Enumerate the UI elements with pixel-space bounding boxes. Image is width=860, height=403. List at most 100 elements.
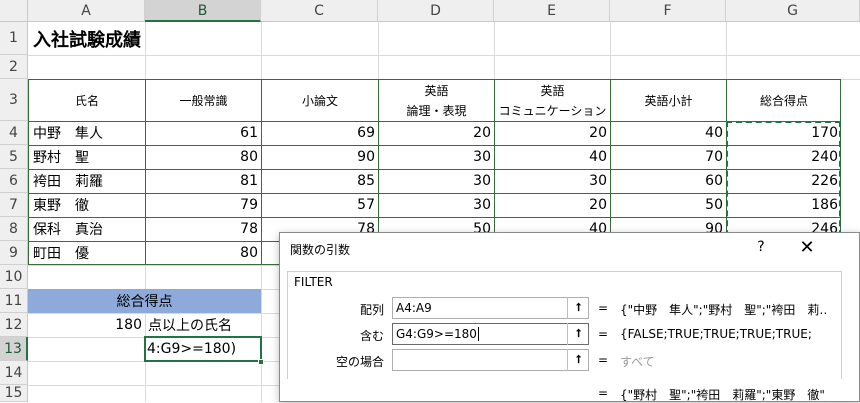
table-cell-general[interactable]: 78	[146, 217, 261, 241]
collapse-dialog-icon[interactable]: ⭡	[567, 349, 589, 371]
column-header-a[interactable]: A	[28, 0, 145, 22]
table-cell-sub[interactable]: 70	[611, 145, 726, 169]
arg-label-include: 含む	[359, 329, 384, 343]
row-header-15[interactable]: 15	[0, 385, 28, 402]
row-header-11[interactable]: 11	[0, 289, 28, 313]
table-cell-sub[interactable]: 40	[611, 121, 726, 145]
table-cell-general[interactable]: 81	[146, 169, 261, 193]
formula-result-preview: {"野村 聖";"袴田 莉羅";"東野 徹";	[620, 388, 826, 402]
table-cell-total[interactable]: 240	[727, 145, 841, 169]
table-cell-logic[interactable]: 30	[379, 145, 494, 169]
row-header-2[interactable]: 2	[0, 55, 28, 79]
header-essay[interactable]: 小論文	[262, 80, 378, 121]
sheet-title[interactable]: 入社試験成績	[29, 23, 329, 55]
arg-input-array-value: A4:A9	[396, 301, 432, 315]
table-line	[28, 145, 841, 146]
row-header-14[interactable]: 14	[0, 361, 28, 385]
header-english-comm[interactable]: 英語コミュニケーション	[495, 80, 610, 121]
table-cell-essay[interactable]: 69	[262, 121, 378, 145]
help-button[interactable]: ?	[751, 239, 771, 255]
header-english-logic[interactable]: 英語 論理・表現	[379, 80, 494, 121]
row-header-4[interactable]: 4	[0, 121, 28, 145]
row-header-10[interactable]: 10	[0, 265, 28, 289]
header-english-logic-line2: 論理・表現	[406, 103, 467, 118]
header-english-subtotal[interactable]: 英語小計	[611, 80, 726, 121]
table-cell-essay[interactable]: 57	[262, 193, 378, 217]
arg-input-array[interactable]: A4:A9	[392, 297, 589, 319]
table-cell-total[interactable]: 186	[727, 193, 841, 217]
table-cell-total[interactable]: 226	[727, 169, 841, 193]
table-cell-logic[interactable]: 20	[379, 121, 494, 145]
table-cell-general[interactable]: 61	[146, 121, 261, 145]
table-cell-name[interactable]: 保科 真治	[29, 217, 145, 241]
row-header-1[interactable]: 1	[0, 22, 28, 55]
table-cell-comm[interactable]: 20	[495, 121, 610, 145]
equals-sign: =	[598, 386, 609, 400]
table-cell-logic[interactable]: 30	[379, 193, 494, 217]
active-cell-b13[interactable]: 4:G9>=180)	[144, 336, 262, 362]
arg-label-array: 配列	[359, 303, 384, 317]
table-cell-sub[interactable]: 60	[611, 169, 726, 193]
header-general[interactable]: 一般常識	[146, 80, 261, 121]
table-cell-general[interactable]: 80	[146, 241, 261, 265]
header-english-subtotal-text: 英語小計	[644, 93, 693, 108]
table-cell-comm[interactable]: 30	[495, 169, 610, 193]
function-arguments-dialog: 関数の引数 ? ✕ FILTER 配列 A4:A9 ⭡ = {"中野 隼人";"…	[279, 232, 860, 402]
table-cell-comm[interactable]: 20	[495, 193, 610, 217]
function-name: FILTER	[294, 275, 333, 289]
collapse-dialog-icon[interactable]: ⭡	[567, 323, 589, 345]
table-cell-name[interactable]: 町田 優	[29, 241, 145, 265]
arg-input-if-empty[interactable]	[392, 349, 589, 371]
select-all-corner[interactable]	[0, 0, 28, 22]
arg-result-if-empty: すべて	[620, 355, 655, 369]
dialog-title: 関数の引数	[290, 242, 351, 257]
table-cell-total[interactable]: 170	[727, 121, 841, 145]
row-header-3[interactable]: 3	[0, 79, 28, 121]
collapse-dialog-icon[interactable]: ⭡	[567, 297, 589, 319]
row-header-8[interactable]: 8	[0, 217, 28, 241]
arg-label-if-empty: 空の場合	[335, 355, 384, 369]
gridline	[28, 55, 860, 56]
equals-sign: =	[598, 353, 609, 367]
table-cell-essay[interactable]: 90	[262, 145, 378, 169]
header-english-comm-line2: コミュニケーション	[498, 103, 607, 118]
arg-result-array: {"中野 隼人";"野村 聖";"袴田 莉…	[620, 303, 826, 317]
criteria-suffix-cell[interactable]: 点以上の氏名	[145, 313, 261, 337]
table-cell-essay[interactable]: 85	[262, 169, 378, 193]
fill-handle[interactable]	[258, 359, 264, 365]
column-header-g[interactable]: G	[726, 0, 860, 22]
column-header-e[interactable]: E	[494, 0, 610, 22]
table-cell-general[interactable]: 80	[146, 145, 261, 169]
close-icon[interactable]: ✕	[797, 237, 817, 258]
header-english-comm-line1: 英語	[540, 83, 565, 98]
criteria-label-cell[interactable]: 総合得点	[28, 289, 261, 313]
header-name-text: 氏名	[74, 93, 99, 108]
arg-input-include[interactable]: G4:G9>=180	[392, 323, 589, 345]
column-header-f[interactable]: F	[610, 0, 726, 22]
table-line	[28, 169, 841, 170]
table-cell-name[interactable]: 中野 隼人	[29, 121, 145, 145]
row-header-6[interactable]: 6	[0, 169, 28, 193]
header-name[interactable]: 氏名	[29, 80, 145, 121]
table-cell-general[interactable]: 79	[146, 193, 261, 217]
column-header-b[interactable]: B	[145, 0, 261, 22]
row-header-13[interactable]: 13	[0, 337, 28, 361]
criteria-value-cell[interactable]: 180	[28, 313, 145, 337]
column-header-d[interactable]: D	[378, 0, 494, 22]
row-header-9[interactable]: 9	[0, 241, 28, 265]
arg-result-include: {FALSE;TRUE;TRUE;TRUE;TRUE;	[620, 327, 812, 341]
column-header-c[interactable]: C	[261, 0, 378, 22]
table-cell-name[interactable]: 野村 聖	[29, 145, 145, 169]
header-general-text: 一般常識	[179, 93, 228, 108]
row-header-12[interactable]: 12	[0, 313, 28, 337]
table-cell-comm[interactable]: 40	[495, 145, 610, 169]
table-cell-sub[interactable]: 50	[611, 193, 726, 217]
table-cell-name[interactable]: 袴田 莉羅	[29, 169, 145, 193]
equals-sign: =	[598, 301, 609, 315]
table-cell-logic[interactable]: 30	[379, 169, 494, 193]
row-header-7[interactable]: 7	[0, 193, 28, 217]
header-total[interactable]: 総合得点	[727, 80, 841, 121]
row-header-5[interactable]: 5	[0, 145, 28, 169]
equals-sign: =	[598, 327, 609, 341]
table-cell-name[interactable]: 東野 徹	[29, 193, 145, 217]
